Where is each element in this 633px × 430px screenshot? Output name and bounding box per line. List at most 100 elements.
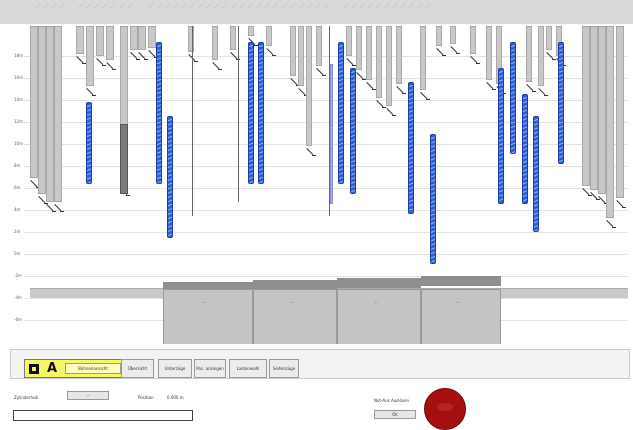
gray-batten[interactable]: [306, 26, 312, 146]
gray-batten[interactable]: [212, 26, 218, 60]
gray-batten[interactable]: [546, 26, 552, 50]
toolbar-button[interactable]: Lastenwahl: [229, 359, 267, 378]
hook-icon: [387, 108, 396, 116]
active-batten[interactable]: [558, 42, 564, 164]
gray-batten[interactable]: [38, 26, 46, 194]
y-axis-label: 0m: [14, 251, 21, 256]
active-batten[interactable]: [258, 42, 264, 184]
gray-batten[interactable]: [590, 26, 598, 190]
active-batten[interactable]: [167, 116, 173, 238]
gray-batten[interactable]: [538, 26, 544, 86]
gray-batten[interactable]: [396, 26, 402, 84]
active-batten[interactable]: [408, 82, 414, 214]
hook-icon: [107, 62, 116, 70]
gray-batten[interactable]: [526, 26, 532, 82]
gray-batten[interactable]: [130, 26, 138, 50]
hook-icon: [357, 72, 366, 80]
platform-label: ···: [374, 300, 378, 305]
stage-view-button[interactable]: A Bühnenansicht: [24, 359, 125, 378]
gray-batten[interactable]: [598, 26, 606, 194]
gray-batten[interactable]: [86, 26, 94, 86]
position-label: Position: [138, 395, 154, 400]
gray-batten[interactable]: [366, 26, 372, 80]
gray-batten[interactable]: [376, 26, 382, 98]
gray-batten[interactable]: [76, 26, 84, 54]
gray-batten[interactable]: [96, 26, 104, 56]
y-axis-label: 16m: [14, 75, 23, 80]
gray-batten[interactable]: [138, 26, 146, 50]
gray-batten[interactable]: [316, 26, 322, 66]
toolbar-button[interactable]: Übersicht: [121, 359, 154, 378]
gray-batten[interactable]: [470, 26, 476, 54]
toolbar-button[interactable]: Seitenzüge: [269, 359, 299, 378]
gray-batten[interactable]: [346, 26, 352, 56]
y-axis-label: 12m: [14, 119, 23, 124]
gray-batten[interactable]: [290, 26, 296, 76]
gray-batten[interactable]: [298, 26, 304, 86]
gray-batten[interactable]: [46, 26, 54, 202]
y-axis-label: 8m: [14, 163, 21, 168]
gray-batten[interactable]: [356, 26, 362, 70]
speed-button[interactable]: ···: [67, 391, 109, 400]
column-label: · · ·: [58, 1, 67, 10]
hanging-batten[interactable]: [120, 124, 128, 194]
gray-batten[interactable]: [486, 26, 492, 80]
lavender-batten[interactable]: [330, 64, 333, 204]
stage-view[interactable]: 18m 16m 14m 12m 10m 8m 6m 4m 2m 0m -2m -4m -6m ··· ···…: [0, 24, 633, 361]
platform-label: ···: [290, 300, 294, 305]
gray-batten[interactable]: [148, 26, 156, 48]
active-batten[interactable]: [510, 42, 516, 154]
emergency-stop-button[interactable]: [424, 388, 466, 430]
gray-batten[interactable]: [54, 26, 62, 202]
y-axis-label: 6m: [14, 185, 21, 190]
gray-batten[interactable]: [420, 26, 426, 90]
gray-batten[interactable]: [188, 26, 194, 52]
gray-batten[interactable]: [450, 26, 456, 44]
gray-batten[interactable]: [106, 26, 114, 60]
gray-batten[interactable]: [248, 26, 254, 36]
hook-icon: [617, 200, 626, 208]
y-axis-label: -6m: [14, 317, 22, 322]
column-label: · · ·: [407, 1, 416, 10]
column-label: · · ·: [271, 1, 280, 10]
emergency-confirm-button[interactable]: Ok: [374, 410, 416, 419]
hook-icon: [213, 62, 222, 70]
gray-batten[interactable]: [436, 26, 442, 46]
grid-line: [24, 276, 628, 277]
bottom-panel: A Bühnenansicht Übersicht Unterzüge Pos. a…: [0, 344, 633, 430]
gray-batten[interactable]: [582, 26, 590, 186]
header-bar: · · · · · · · · · · · · · · · · · · · · · · · ·…: [0, 0, 633, 24]
gray-batten[interactable]: [30, 26, 38, 178]
active-batten[interactable]: [248, 42, 254, 184]
stage-view-label: Bühnenansicht: [65, 363, 121, 374]
letter-a-icon: A: [47, 361, 58, 376]
active-batten[interactable]: [498, 68, 504, 204]
square-icon: [29, 364, 39, 374]
hook-icon: [87, 88, 96, 96]
column-label: · · ·: [221, 1, 230, 10]
hook-icon: [55, 204, 64, 212]
active-batten[interactable]: [86, 102, 92, 184]
column-label: · · ·: [314, 1, 323, 10]
gray-batten[interactable]: [230, 26, 236, 50]
hook-icon: [471, 56, 480, 64]
toolbar-button[interactable]: Unterzüge: [158, 359, 192, 378]
command-input[interactable]: [13, 410, 193, 421]
active-batten[interactable]: [350, 68, 356, 194]
hook-icon: [397, 86, 406, 94]
active-batten[interactable]: [430, 134, 436, 264]
toolbar-button[interactable]: Pos. anzeigen: [194, 359, 226, 378]
column-label: · · ·: [424, 1, 433, 10]
column-label: · · ·: [126, 1, 135, 10]
hook-icon: [77, 56, 86, 64]
hook-icon: [527, 84, 536, 92]
active-batten[interactable]: [338, 42, 344, 184]
gray-batten[interactable]: [386, 26, 392, 106]
active-batten[interactable]: [156, 42, 162, 184]
gray-batten[interactable]: [606, 26, 614, 218]
gray-batten[interactable]: [266, 26, 272, 46]
gray-batten[interactable]: [616, 26, 624, 198]
active-batten[interactable]: [522, 94, 528, 204]
active-batten[interactable]: [533, 116, 539, 232]
hook-icon: [377, 100, 386, 108]
